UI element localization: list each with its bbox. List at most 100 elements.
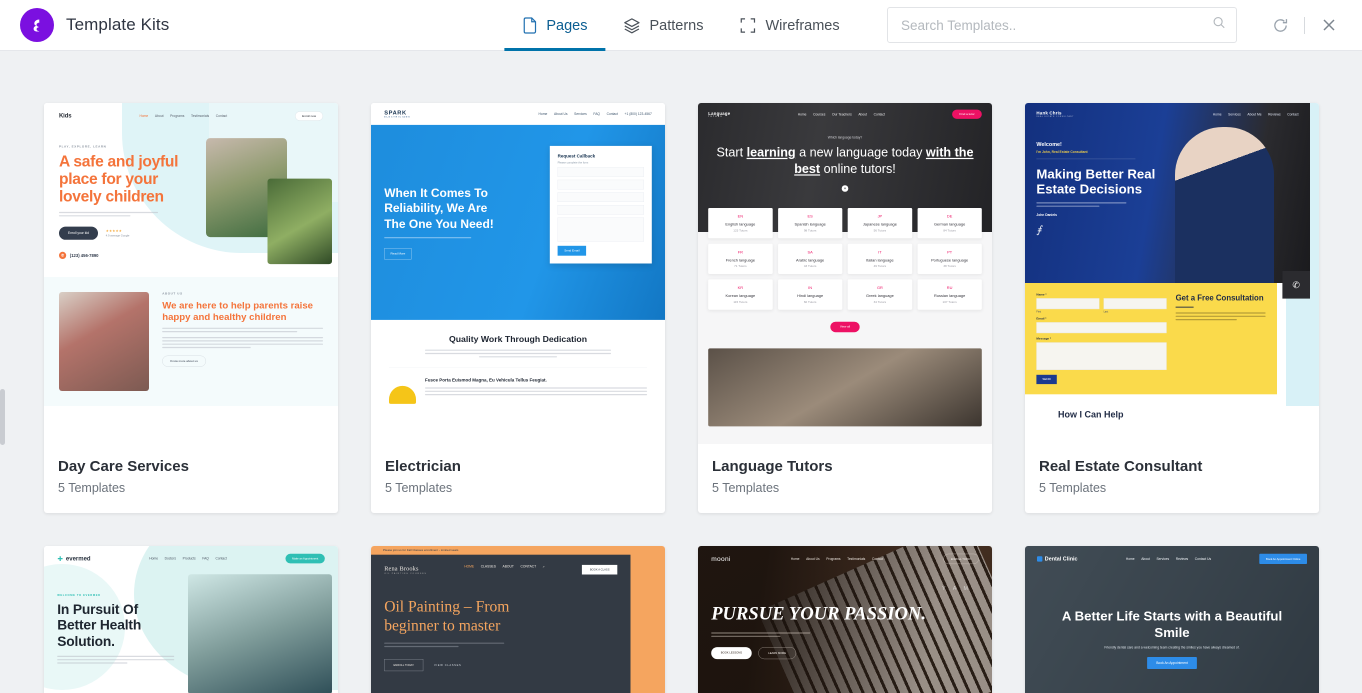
lightning-bolt-icon	[20, 8, 54, 42]
signature-icon: ⨎	[1036, 224, 1042, 236]
page-icon	[522, 17, 537, 34]
template-grid-scroll[interactable]: Kids Home About Programs Testimonials Co…	[0, 51, 1362, 693]
tab-wireframes-label: Wireframes	[765, 17, 840, 34]
preview-secondary-button: LEARN MORE	[758, 647, 796, 660]
card-template-count: 5 Templates	[712, 481, 780, 495]
template-card-mooni[interactable]: Y A M mooni Home About Us Programs Testi…	[698, 546, 992, 693]
preview-language-card: SA Arabic language 43 Tutors	[777, 243, 843, 274]
close-button[interactable]	[1314, 10, 1344, 40]
preview-photo	[59, 291, 149, 391]
template-card-evermed[interactable]: evermed Home Doctors Products FAQ Contac…	[44, 546, 338, 693]
preview-form-field	[557, 217, 644, 242]
preview-heading: Oil Painting – From beginner to master	[384, 598, 510, 635]
preview-language-card: EN English language 123 Tutors	[708, 208, 773, 239]
preview-menu-item: Services	[1156, 557, 1170, 561]
preview-heading: Making Better Real Estate Decisions	[1036, 166, 1156, 197]
preview-form-label: Name *	[1036, 293, 1047, 297]
preview-form-field	[1036, 322, 1167, 334]
preview-form-field	[557, 179, 644, 190]
preview-cta-button: Book An Appointment	[1147, 657, 1197, 669]
preview-menu-item: Contact Us	[1194, 557, 1212, 561]
preview-heading: Get a Free Consultation	[1175, 293, 1264, 303]
preview-form-field	[1036, 342, 1167, 370]
preview-eyebrow: PLAY, EXPLORE, LEARN	[59, 145, 107, 149]
preview-language-card: KR Korean language 115 Tutors	[708, 279, 773, 310]
template-card-language-tutors[interactable]: Language TUTORS Home Courses Our Teacher…	[698, 103, 992, 513]
scrollbar-nub[interactable]	[0, 389, 5, 445]
template-card-oil-painting[interactable]: Please join us for Fall Classes enrollme…	[371, 546, 665, 693]
preview-menu-item: Services	[574, 112, 587, 116]
card-footer: Real Estate Consultant 5 Templates	[1025, 444, 1319, 513]
preview-form-sublabel: First	[1036, 310, 1042, 313]
flag-icon: KR	[737, 285, 744, 290]
preview-menu-item: Contact	[606, 112, 618, 116]
preview-language-card: RU Russian language 107 Tutors	[917, 279, 982, 310]
preview-photo	[708, 348, 982, 427]
preview-menu-item: About	[154, 114, 164, 118]
tab-wireframes[interactable]: Wireframes	[722, 0, 858, 51]
template-card-real-estate[interactable]: Hank Chris REAL ESTATE CONSULTANT Home S…	[1025, 103, 1319, 513]
refresh-button[interactable]	[1265, 10, 1295, 40]
preview-menu-item: FAQ	[593, 112, 600, 116]
preview-photo	[188, 574, 332, 693]
preview-menu-item: Courses	[813, 112, 826, 117]
preview-menu-item: Home	[149, 556, 159, 561]
card-title: Electrician	[385, 458, 461, 475]
preview-logo: Rena Brooks OIL PAINTING COURSES	[384, 564, 427, 575]
preview-nav-button: Find a tutor	[952, 109, 982, 119]
preview-cta-button: ENROLL TODAY	[384, 659, 424, 672]
preview-form-label: Message *	[1036, 337, 1052, 341]
flag-icon: SA	[807, 249, 813, 255]
flag-icon: IT	[878, 249, 882, 255]
preview-menu-item: Testimonials	[190, 114, 210, 118]
preview-menu-item: Contact	[873, 112, 885, 117]
tab-pages[interactable]: Pages	[504, 0, 606, 51]
preview-secondary-button: Know more about us	[162, 355, 206, 367]
template-card-electrician[interactable]: SPARK ELECTRICIANS Home About Us Service…	[371, 103, 665, 513]
preview-menu-item: FAQ	[202, 556, 209, 561]
preview-menu-item: +1 (800) 123-4567	[624, 112, 652, 116]
template-card-day-care[interactable]: Kids Home About Programs Testimonials Co…	[44, 103, 338, 513]
preview-language-card: IT Italian language 49 Tutors	[847, 243, 913, 274]
preview-form-field	[1036, 298, 1100, 310]
preview-subtitle: I'm John, Real Estate Consultant	[1036, 150, 1088, 154]
card-footer: Day Care Services 5 Templates	[44, 444, 338, 513]
main-tabs: Pages Patterns Wireframes	[504, 0, 857, 51]
thumbnail-preview: Kids Home About Programs Testimonials Co…	[44, 103, 338, 444]
tooth-icon	[1037, 556, 1043, 562]
preview-heading: How I Can Help	[1058, 409, 1124, 420]
preview-form-submit: SEND	[1036, 374, 1057, 385]
flag-icon: IN	[808, 285, 813, 290]
preview-form-sublabel: Last	[1103, 310, 1109, 313]
preview-menu-item: Services	[1228, 112, 1241, 117]
template-grid: Kids Home About Programs Testimonials Co…	[0, 51, 1362, 693]
preview-menu-item: Contact	[871, 557, 884, 561]
preview-menu-item: About Me	[1247, 112, 1262, 117]
preview-heading: Start learning a new language today with…	[716, 145, 974, 176]
preview-heading: Fusce Porta Euismod Magna, Eu Vehicula T…	[425, 377, 547, 383]
flag-icon: FR	[737, 249, 743, 255]
preview-menu-item: Home	[139, 114, 149, 118]
preview-rating-note: 4.9 average Google	[105, 234, 130, 238]
search-input[interactable]	[887, 7, 1237, 43]
preview-language-card: DE German language 84 Tutors	[917, 208, 982, 239]
preview-menu-item: About Us	[553, 112, 568, 116]
thumbnail-preview: Hank Chris REAL ESTATE CONSULTANT Home S…	[1025, 103, 1319, 444]
preview-logo: mooni	[711, 555, 731, 563]
preview-language-card: ES Spanish language 98 Tutors	[777, 208, 843, 239]
preview-nav-button: BOOK A CLASS	[582, 564, 618, 575]
preview-form-field	[557, 192, 644, 202]
header-actions	[887, 7, 1362, 43]
template-card-dental-clinic[interactable]: Dental Clinic Home About Services Review…	[1025, 546, 1319, 693]
thumbnail-preview: Dental Clinic Home About Services Review…	[1025, 546, 1319, 693]
preview-menu-item: Our Teachers	[832, 112, 852, 117]
preview-language-card: JP Japanese language 56 Tutors	[847, 208, 913, 239]
preview-eyebrow: ABOUT US	[162, 291, 183, 296]
preview-phone: (123) 456-7890	[69, 252, 99, 258]
flag-icon: ES	[807, 214, 813, 219]
card-title: Day Care Services	[58, 458, 189, 475]
preview-form-note: Please complete the form	[557, 161, 589, 165]
preview-menu-item: Home	[538, 112, 548, 116]
tab-patterns[interactable]: Patterns	[606, 0, 722, 51]
preview-form: Request Callback Please complete the for…	[549, 145, 652, 264]
